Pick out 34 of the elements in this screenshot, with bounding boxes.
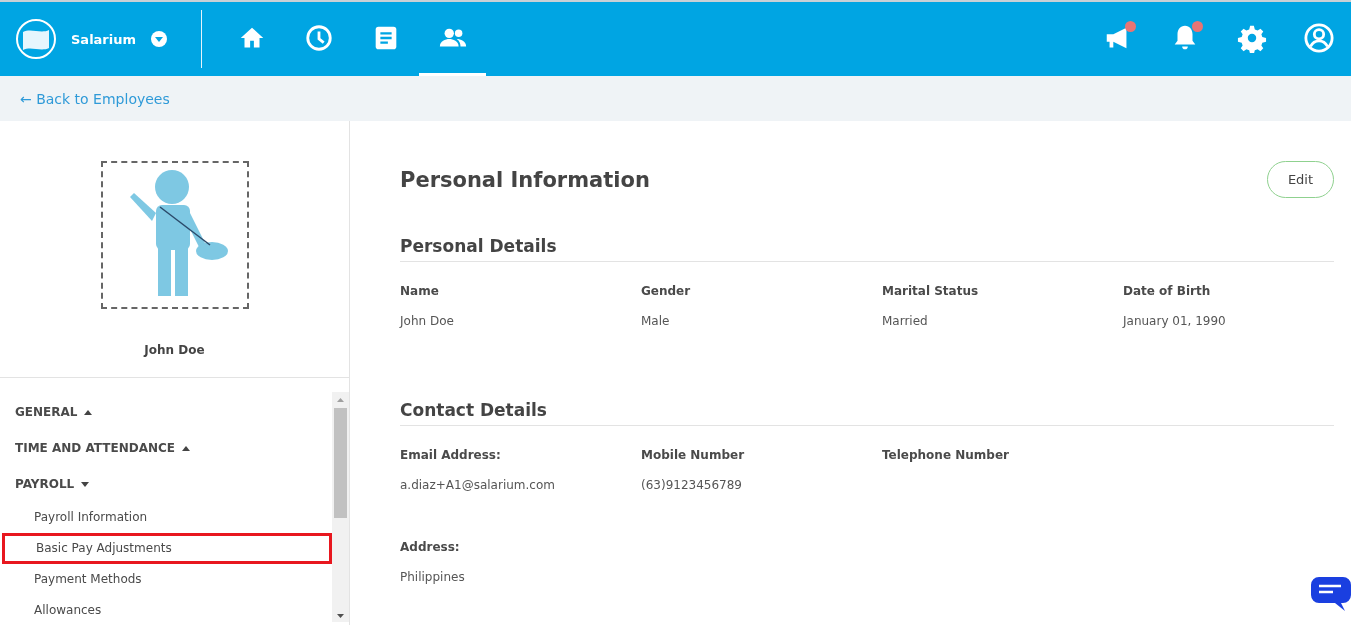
clock-icon <box>303 22 334 53</box>
section-title: Personal Details <box>400 236 1334 262</box>
field-value: Philippines <box>400 570 466 584</box>
field-label: Date of Birth <box>1123 284 1212 298</box>
menu-item[interactable]: Payment Methods <box>0 564 332 595</box>
section-toggle[interactable]: GENERAL <box>0 394 99 430</box>
menu-item[interactable]: Allowances <box>0 595 332 625</box>
user-icon[interactable] <box>1304 23 1334 53</box>
section-title: Contact Details <box>400 400 1334 426</box>
brand-name: Salarium <box>71 31 137 47</box>
dropdown-icon[interactable] <box>150 30 169 48</box>
menu-item[interactable]: Basic Pay Adjustments <box>2 533 332 564</box>
field-label: Gender <box>641 284 692 298</box>
field-label: Name <box>400 284 440 298</box>
section-toggle[interactable]: PAYROLL <box>0 466 96 502</box>
field-value: a.diaz+A1@salarium.com <box>400 478 556 492</box>
field-label: Marital Status <box>882 284 980 298</box>
field-label: Email Address: <box>400 448 502 462</box>
employee-name: John Doe <box>144 343 205 357</box>
menu-item[interactable]: Payroll Information <box>0 502 332 533</box>
field-label: Telephone Number <box>882 448 1010 462</box>
page-title: Personal Information <box>400 167 650 192</box>
field-value: January 01, 1990 <box>1123 314 1227 328</box>
field-value: Male <box>641 314 671 328</box>
field-label: Address: <box>400 540 461 554</box>
field-value: Married <box>882 314 929 328</box>
edit-button[interactable]: Edit <box>1267 161 1334 198</box>
section-toggle[interactable]: TIME AND ATTENDANCE <box>0 430 196 466</box>
field-value: John Doe <box>400 314 455 328</box>
field-value: (63)9123456789 <box>641 478 743 492</box>
logo-icon <box>15 18 57 60</box>
settings-icon[interactable] <box>1237 23 1267 53</box>
field-label: Mobile Number <box>641 448 746 462</box>
scrollbar[interactable] <box>332 392 349 622</box>
